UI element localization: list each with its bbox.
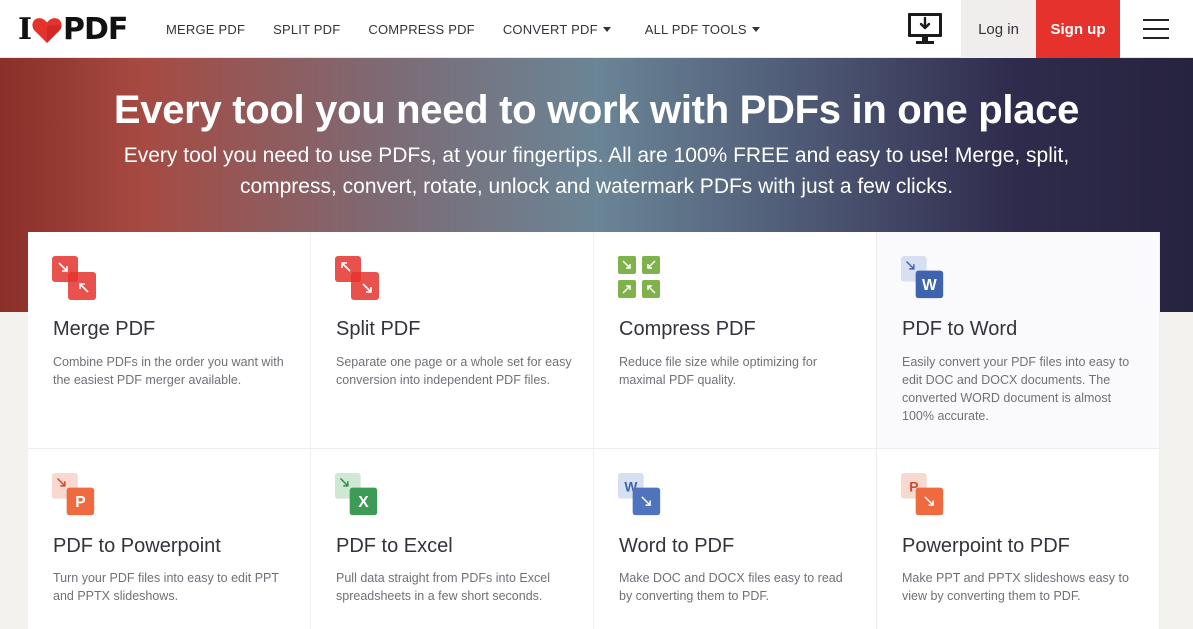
tool-title: Split PDF <box>336 318 421 340</box>
tool-card-split-pdf[interactable]: Split PDF Separate one page or a whole s… <box>311 232 594 449</box>
hamburger-menu-icon[interactable] <box>1143 19 1169 39</box>
tool-card-compress-pdf[interactable]: Compress PDF Reduce file size while opti… <box>594 232 877 449</box>
hero-title: Every tool you need to work with PDFs in… <box>113 88 1080 132</box>
tool-description: Turn your PDF files into easy to edit PP… <box>53 571 279 603</box>
signup-label: Sign up <box>1050 20 1106 38</box>
nav-label: COMPRESS PDF <box>368 21 475 37</box>
tool-card-pdf-to-powerpoint[interactable]: P PDF to Powerpoint Turn your PDF files … <box>28 449 311 629</box>
pdf-to-powerpoint-icon: P <box>52 473 95 516</box>
nav-label: CONVERT PDF <box>502 21 598 37</box>
tool-description: Easily convert your PDF files into easy … <box>902 355 1130 423</box>
tool-description: Make PPT and PPTX slideshows easy to vie… <box>902 571 1129 603</box>
tool-title: PDF to Powerpoint <box>53 535 221 557</box>
tool-title: Compress PDF <box>619 318 756 340</box>
menu-bar <box>1143 19 1169 21</box>
menu-bar <box>1143 28 1169 30</box>
tool-title: PDF to Word <box>902 318 1018 340</box>
caret-down-icon <box>602 26 611 32</box>
tool-description: Combine PDFs in the order you want with … <box>53 355 284 387</box>
login-button[interactable]: Log in <box>961 0 1036 58</box>
desktop-download-icon[interactable] <box>906 11 944 45</box>
excel-badge-letter: X <box>358 494 369 511</box>
tools-grid: Merge PDF Combine PDFs in the order you … <box>28 232 1160 629</box>
ilovepdf-logo[interactable]: I PDF <box>18 12 128 47</box>
nav-merge-pdf[interactable]: MERGE PDF <box>166 22 245 37</box>
menu-bar <box>1143 37 1169 39</box>
split-pdf-icon <box>335 256 379 300</box>
login-label: Log in <box>978 20 1019 38</box>
tool-card-pdf-to-word[interactable]: W PDF to Word Easily convert your PDF fi… <box>877 232 1160 449</box>
powerpoint-badge-letter: P <box>75 494 85 511</box>
nav-all-pdf-tools-dropdown[interactable]: ALL PDF TOOLS <box>645 22 760 37</box>
tool-description: Pull data straight from PDFs into Excel … <box>336 571 550 603</box>
logo-letter-i: I <box>18 12 32 47</box>
top-header: I PDF MERGE PDF SPLIT PDF COMPRESS PDF C… <box>0 0 1193 58</box>
main-nav: MERGE PDF SPLIT PDF COMPRESS PDF CONVERT… <box>166 0 788 58</box>
tool-title: Merge PDF <box>53 318 156 340</box>
tool-description: Separate one page or a whole set for eas… <box>336 355 572 387</box>
nav-label: MERGE PDF <box>166 21 246 37</box>
tool-card-pdf-to-excel[interactable]: X PDF to Excel Pull data straight from P… <box>311 449 594 629</box>
nav-label: ALL PDF TOOLS <box>644 21 747 37</box>
pdf-to-excel-icon: X <box>335 473 378 516</box>
tool-card-word-to-pdf[interactable]: W Word to PDF Make DOC and DOCX files ea… <box>594 449 877 629</box>
nav-split-pdf[interactable]: SPLIT PDF <box>273 22 340 37</box>
signup-button[interactable]: Sign up <box>1036 0 1120 58</box>
tool-card-powerpoint-to-pdf[interactable]: P Powerpoint to PDF Make PPT and PPTX sl… <box>877 449 1160 629</box>
nav-compress-pdf[interactable]: COMPRESS PDF <box>368 22 474 37</box>
heart-icon <box>32 17 62 43</box>
logo-pdf-text: PDF <box>63 12 128 47</box>
tool-title: Word to PDF <box>619 535 735 557</box>
powerpoint-to-pdf-icon: P <box>901 473 944 516</box>
tool-title: Powerpoint to PDF <box>902 535 1070 557</box>
caret-down-icon <box>751 26 760 32</box>
merge-pdf-icon <box>52 256 96 300</box>
tool-description: Reduce file size while optimizing for ma… <box>619 355 818 387</box>
nav-convert-pdf-dropdown[interactable]: CONVERT PDF <box>503 22 611 37</box>
hero-subtitle: Every tool you need to use PDFs, at your… <box>123 144 1070 198</box>
pdf-to-word-icon: W <box>901 256 944 299</box>
compress-pdf-icon <box>618 256 660 298</box>
tool-card-merge-pdf[interactable]: Merge PDF Combine PDFs in the order you … <box>28 232 311 449</box>
word-badge-letter: W <box>922 277 937 294</box>
nav-label: SPLIT PDF <box>273 21 341 37</box>
word-to-pdf-icon: W <box>618 473 661 516</box>
tool-title: PDF to Excel <box>336 535 453 557</box>
tool-description: Make DOC and DOCX files easy to read by … <box>619 571 843 603</box>
